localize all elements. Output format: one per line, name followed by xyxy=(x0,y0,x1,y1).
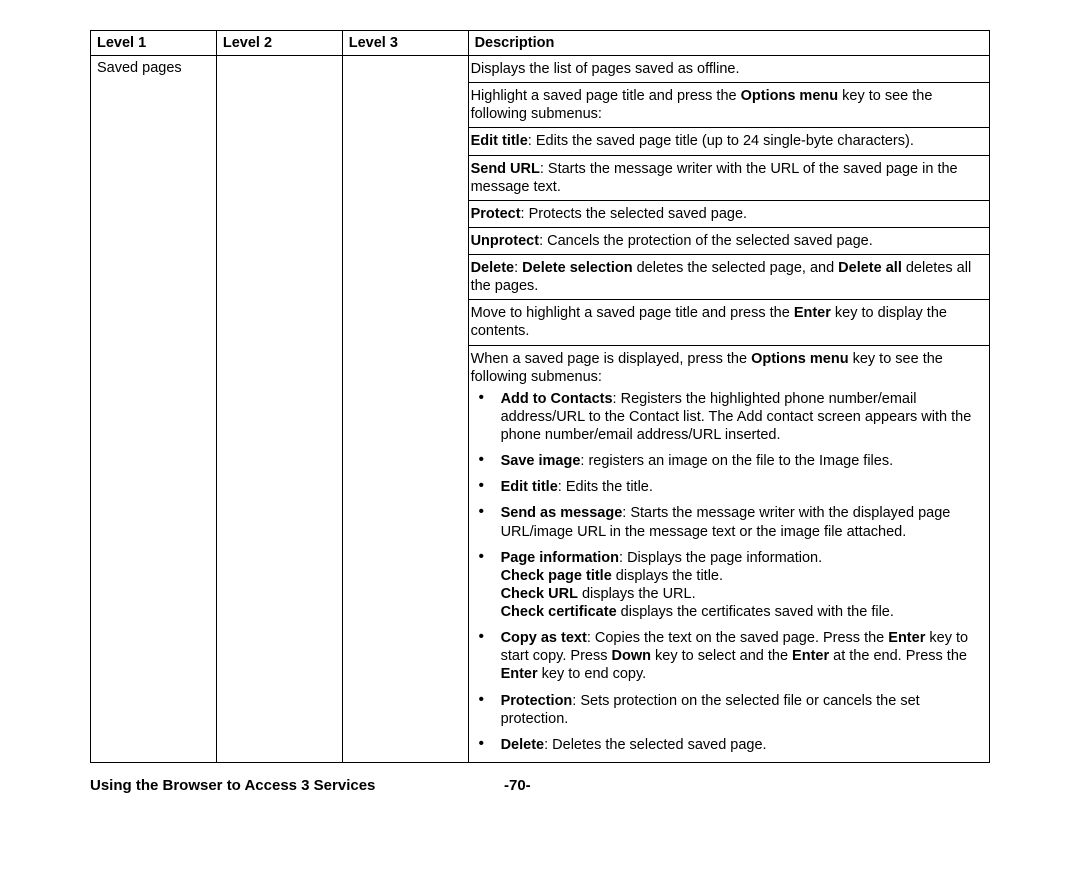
header-level-2: Level 2 xyxy=(216,31,342,56)
text: : registers an image on the file to the … xyxy=(580,453,893,469)
bold-text: Enter xyxy=(501,666,538,682)
bold-text: Edit title xyxy=(501,479,558,495)
bold-text: Check certificate xyxy=(501,604,617,620)
desc-paragraph: Displays the list of pages saved as offl… xyxy=(469,56,989,83)
list-item: Send as message: Starts the message writ… xyxy=(497,500,987,544)
text: : xyxy=(514,260,522,276)
text: : Deletes the selected saved page. xyxy=(544,737,766,753)
list-item: Page information: Displays the page info… xyxy=(497,545,987,626)
text: deletes the selected page, and xyxy=(633,260,839,276)
list-item: Copy as text: Copies the text on the sav… xyxy=(497,625,987,687)
bold-text: Check URL xyxy=(501,586,578,602)
bold-text: Send as message xyxy=(501,505,623,521)
bold-text: Delete selection xyxy=(522,260,632,276)
bold-text: Enter xyxy=(792,648,829,664)
list-item: Protection: Sets protection on the selec… xyxy=(497,688,987,732)
bold-text: Enter xyxy=(888,630,925,646)
desc-paragraph: Unprotect: Cancels the protection of the… xyxy=(469,228,989,255)
header-level-3: Level 3 xyxy=(342,31,468,56)
list-item: Add to Contacts: Registers the highlight… xyxy=(497,386,987,448)
text: : Edits the saved page title (up to 24 s… xyxy=(528,133,914,149)
text: Move to highlight a saved page title and… xyxy=(471,305,794,321)
desc-paragraph: Edit title: Edits the saved page title (… xyxy=(469,128,989,155)
text: : Protects the selected saved page. xyxy=(521,206,748,222)
bold-text: Page information xyxy=(501,550,619,566)
footer-page-number: -70- xyxy=(504,777,531,794)
bold-text: Options menu xyxy=(741,88,838,104)
bold-text: Delete xyxy=(471,260,515,276)
text: displays the certificates saved with the… xyxy=(617,604,894,620)
table-row: Saved pages Displays the list of pages s… xyxy=(91,56,990,763)
footer-section-title: Using the Browser to Access 3 Services xyxy=(90,777,504,794)
text: : Copies the text on the saved page. Pre… xyxy=(587,630,888,646)
text: : Cancels the protection of the selected… xyxy=(539,233,873,249)
desc-paragraph: Highlight a saved page title and press t… xyxy=(469,83,989,128)
desc-paragraph: Send URL: Starts the message writer with… xyxy=(469,156,989,201)
bold-text: Protection xyxy=(501,693,573,709)
list-item: Edit title: Edits the title. xyxy=(497,474,987,500)
bold-text: Edit title xyxy=(471,133,528,149)
text: displays the URL. xyxy=(578,586,696,602)
cell-level-2 xyxy=(216,56,342,763)
text: : Displays the page information. xyxy=(619,550,822,566)
cell-level-1: Saved pages xyxy=(91,56,217,763)
page-footer: Using the Browser to Access 3 Services -… xyxy=(90,777,990,794)
text: Displays the list of pages saved as offl… xyxy=(471,61,740,77)
document-page: Level 1 Level 2 Level 3 Description Save… xyxy=(0,0,1080,824)
cell-description: Displays the list of pages saved as offl… xyxy=(468,56,989,763)
text: key to select and the xyxy=(651,648,792,664)
bold-text: Check page title xyxy=(501,568,612,584)
bold-text: Unprotect xyxy=(471,233,539,249)
list-item: Delete: Deletes the selected saved page. xyxy=(497,732,987,758)
bold-text: Delete xyxy=(501,737,545,753)
text: at the end. Press the xyxy=(829,648,967,664)
text: displays the title. xyxy=(612,568,723,584)
desc-paragraph: Delete: Delete selection deletes the sel… xyxy=(469,255,989,300)
bold-text: Add to Contacts xyxy=(501,391,613,407)
bold-text: Options menu xyxy=(751,351,848,367)
bold-text: Copy as text xyxy=(501,630,587,646)
list-item: Save image: registers an image on the fi… xyxy=(497,448,987,474)
table-header-row: Level 1 Level 2 Level 3 Description xyxy=(91,31,990,56)
bold-text: Save image xyxy=(501,453,581,469)
text: When a saved page is displayed, press th… xyxy=(471,351,752,367)
text: Highlight a saved page title and press t… xyxy=(471,88,741,104)
text: : Starts the message writer with the URL… xyxy=(471,161,958,195)
header-description: Description xyxy=(468,31,989,56)
cell-level-3 xyxy=(342,56,468,763)
desc-paragraph: When a saved page is displayed, press th… xyxy=(469,346,989,762)
bold-text: Enter xyxy=(794,305,831,321)
desc-paragraph: Protect: Protects the selected saved pag… xyxy=(469,201,989,228)
desc-paragraph: Move to highlight a saved page title and… xyxy=(469,300,989,345)
submenu-list: Add to Contacts: Registers the highlight… xyxy=(471,386,987,758)
bold-text: Delete all xyxy=(838,260,902,276)
menu-levels-table: Level 1 Level 2 Level 3 Description Save… xyxy=(90,30,990,763)
header-level-1: Level 1 xyxy=(91,31,217,56)
text: : Edits the title. xyxy=(558,479,653,495)
bold-text: Protect xyxy=(471,206,521,222)
bold-text: Send URL xyxy=(471,161,540,177)
text: key to end copy. xyxy=(538,666,647,682)
bold-text: Down xyxy=(612,648,651,664)
